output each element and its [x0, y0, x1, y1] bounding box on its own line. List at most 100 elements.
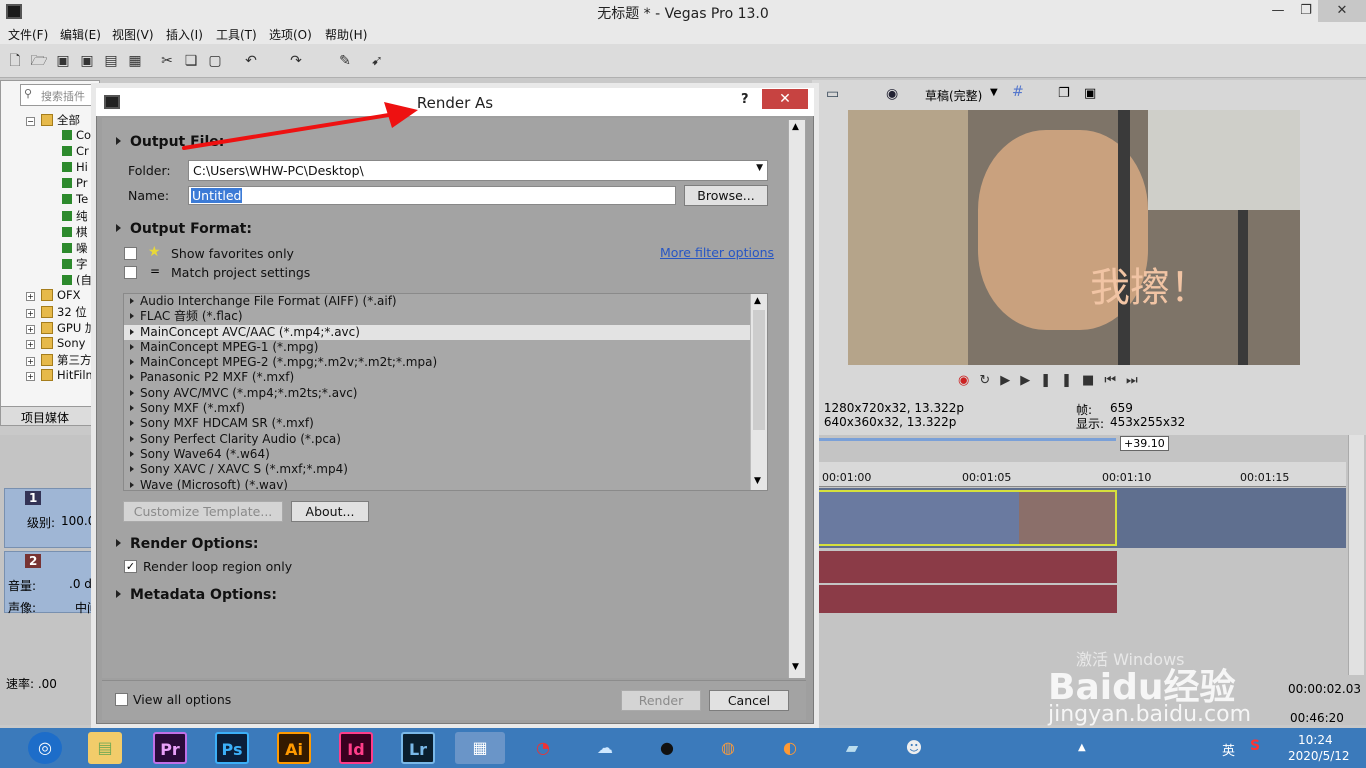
avatar-app-icon[interactable]: ☻ — [897, 732, 931, 764]
audio-waveform[interactable] — [812, 585, 1117, 613]
dialog-scrollbar[interactable]: ▲ ▼ — [788, 120, 805, 678]
menu-edit[interactable]: 编辑(E) — [60, 26, 101, 43]
clock-date[interactable]: 2020/5/12 — [1288, 749, 1350, 763]
open-folder-icon[interactable]: 🗁 — [30, 52, 48, 70]
tree-plugin[interactable]: Co — [62, 128, 91, 144]
copy-snapshot-icon[interactable]: ❐ — [1058, 86, 1070, 101]
notebook-app-icon[interactable]: ▰ — [835, 732, 869, 764]
expand-icon[interactable]: + — [26, 357, 35, 366]
view-all-options-checkbox[interactable] — [115, 693, 128, 706]
format-item[interactable]: Audio Interchange File Format (AIFF) (*.… — [124, 294, 750, 309]
render-options-section[interactable]: Render Options: — [116, 536, 258, 552]
preview-quality-dropdown[interactable]: 草稿(完整) — [925, 87, 982, 104]
expand-triangle-icon[interactable] — [130, 435, 134, 442]
go-end-icon[interactable]: ⏭ — [1126, 373, 1148, 388]
tree-plugin[interactable]: 棋 — [62, 224, 88, 240]
tree-folder[interactable]: + GPU 加 — [26, 320, 96, 336]
tree-folder[interactable]: +32 位 — [26, 304, 87, 320]
cancel-button[interactable]: Cancel — [709, 690, 789, 711]
expand-icon[interactable]: + — [26, 372, 35, 381]
play-from-start-icon[interactable]: ▶ — [1000, 373, 1020, 388]
menu-help[interactable]: 帮助(H) — [325, 26, 367, 43]
ime-indicator[interactable]: 英 — [1222, 740, 1235, 759]
expand-triangle-icon[interactable] — [130, 481, 134, 488]
expand-icon[interactable]: + — [26, 309, 35, 318]
tree-folder-all[interactable]: − 全部 — [26, 112, 80, 128]
tree-folder[interactable]: + 第三方 — [26, 352, 92, 368]
scroll-thumb[interactable] — [753, 310, 765, 430]
expand-icon[interactable]: + — [26, 292, 35, 301]
more-filter-options-link[interactable]: More filter options — [660, 245, 774, 260]
tree-plugin[interactable]: Cr — [62, 144, 89, 160]
format-item[interactable]: FLAC 音频 (*.flac) — [124, 309, 750, 324]
sogou-icon[interactable]: S — [1250, 738, 1260, 754]
metadata-options-section[interactable]: Metadata Options: — [116, 587, 277, 603]
expand-icon[interactable]: + — [26, 325, 35, 334]
tree-plugin[interactable]: Te — [62, 192, 88, 208]
format-item[interactable]: Sony MXF (*.mxf) — [124, 401, 750, 416]
preview-monitor-icon[interactable]: ▭ — [826, 86, 839, 102]
tree-plugin[interactable]: 字 — [62, 256, 88, 272]
go-start-icon[interactable]: ⏮ — [1104, 373, 1126, 388]
expand-triangle-icon[interactable] — [130, 420, 134, 427]
format-item[interactable]: Wave (Microsoft) (*.wav) — [124, 478, 750, 490]
help-pointer-icon[interactable]: ➹ — [368, 52, 386, 70]
umbrella-app-icon[interactable]: ◔ — [526, 732, 560, 764]
chevron-down-icon[interactable]: ▼ — [990, 87, 998, 98]
chrome-icon[interactable]: ◍ — [711, 732, 745, 764]
loop-icon[interactable]: ↻ — [979, 373, 1000, 388]
expand-triangle-icon[interactable] — [130, 389, 134, 396]
undo-icon[interactable]: ↶ — [242, 52, 260, 70]
chevron-down-icon[interactable]: ▼ — [756, 163, 763, 173]
format-item[interactable]: MainConcept MPEG-1 (*.mpg) — [124, 340, 750, 355]
tree-plugin[interactable]: Hi — [62, 160, 88, 176]
taskbar-app-id[interactable]: Id — [339, 732, 373, 764]
format-item[interactable]: MainConcept MPEG-2 (*.mpg;*.m2v;*.m2t;*.… — [124, 355, 750, 370]
tree-plugin[interactable]: 噪 — [62, 240, 88, 256]
paste-icon[interactable]: ▢ — [206, 52, 224, 70]
show-favorites-checkbox[interactable] — [124, 247, 137, 260]
loop-region-bar[interactable] — [816, 438, 1116, 441]
taskbar-app-pr[interactable]: Pr — [153, 732, 187, 764]
format-item[interactable]: Sony Wave64 (*.w64) — [124, 447, 750, 462]
browse-button[interactable]: Browse... — [684, 185, 768, 206]
copy-icon[interactable]: ❏ — [182, 52, 200, 70]
mascot-app-icon[interactable]: ☁ — [588, 732, 622, 764]
scroll-up-icon[interactable]: ▲ — [792, 122, 799, 132]
audio-track-header[interactable]: 2 音量: .0 dB 声像: 中间 — [4, 551, 102, 615]
file-explorer-icon[interactable]: ▤ — [88, 732, 122, 764]
expand-triangle-icon[interactable] — [130, 298, 134, 304]
timeline-scrollbar[interactable] — [1348, 435, 1364, 675]
firefox-like-icon[interactable]: ◐ — [773, 732, 807, 764]
expand-triangle-icon[interactable] — [130, 466, 134, 473]
expand-icon[interactable]: + — [26, 340, 35, 349]
format-list-scrollbar[interactable]: ▲ ▼ — [750, 294, 767, 490]
render-button[interactable]: Render — [621, 690, 701, 711]
tree-folder[interactable]: + Sony — [26, 336, 85, 352]
folder-combobox[interactable]: C:\Users\WHW-PC\Desktop\ ▼ — [188, 160, 768, 181]
menu-tools[interactable]: 工具(T) — [216, 26, 257, 43]
format-item-selected[interactable]: MainConcept AVC/AAC (*.mp4;*.avc) — [124, 324, 750, 340]
expand-triangle-icon[interactable] — [130, 313, 134, 320]
output-format-section[interactable]: Output Format: — [116, 221, 252, 237]
grid-icon[interactable]: # — [1012, 84, 1024, 100]
stop-icon[interactable]: ■ — [1082, 373, 1104, 388]
format-item[interactable]: Sony MXF HDCAM SR (*.mxf) — [124, 416, 750, 431]
video-clip[interactable] — [812, 490, 1117, 546]
tray-expand-icon[interactable]: ▲ — [1078, 742, 1086, 753]
brush-icon[interactable]: ✎ — [336, 52, 354, 70]
taskbar-app-ai[interactable]: Ai — [277, 732, 311, 764]
format-item[interactable]: Sony XAVC / XAVC S (*.mxf;*.mp4) — [124, 462, 750, 477]
video-track-header[interactable]: 1 级别: 100.0 — [4, 488, 102, 548]
scroll-down-icon[interactable]: ▼ — [754, 476, 761, 486]
tree-plugin[interactable]: Pr — [62, 176, 87, 192]
name-input[interactable]: Untitled — [188, 186, 676, 205]
format-item[interactable]: Panasonic P2 MXF (*.mxf) — [124, 370, 750, 385]
play-icon[interactable]: ▶ — [1020, 373, 1040, 388]
save-as-icon[interactable]: ▣ — [78, 52, 96, 70]
menu-file[interactable]: 文件(F) — [8, 26, 48, 43]
expand-triangle-icon[interactable] — [130, 374, 134, 381]
pause-icon[interactable]: ❚❚ — [1040, 373, 1082, 388]
track-level-value[interactable]: 100.0 — [61, 514, 95, 528]
scroll-down-icon[interactable]: ▼ — [792, 662, 799, 672]
